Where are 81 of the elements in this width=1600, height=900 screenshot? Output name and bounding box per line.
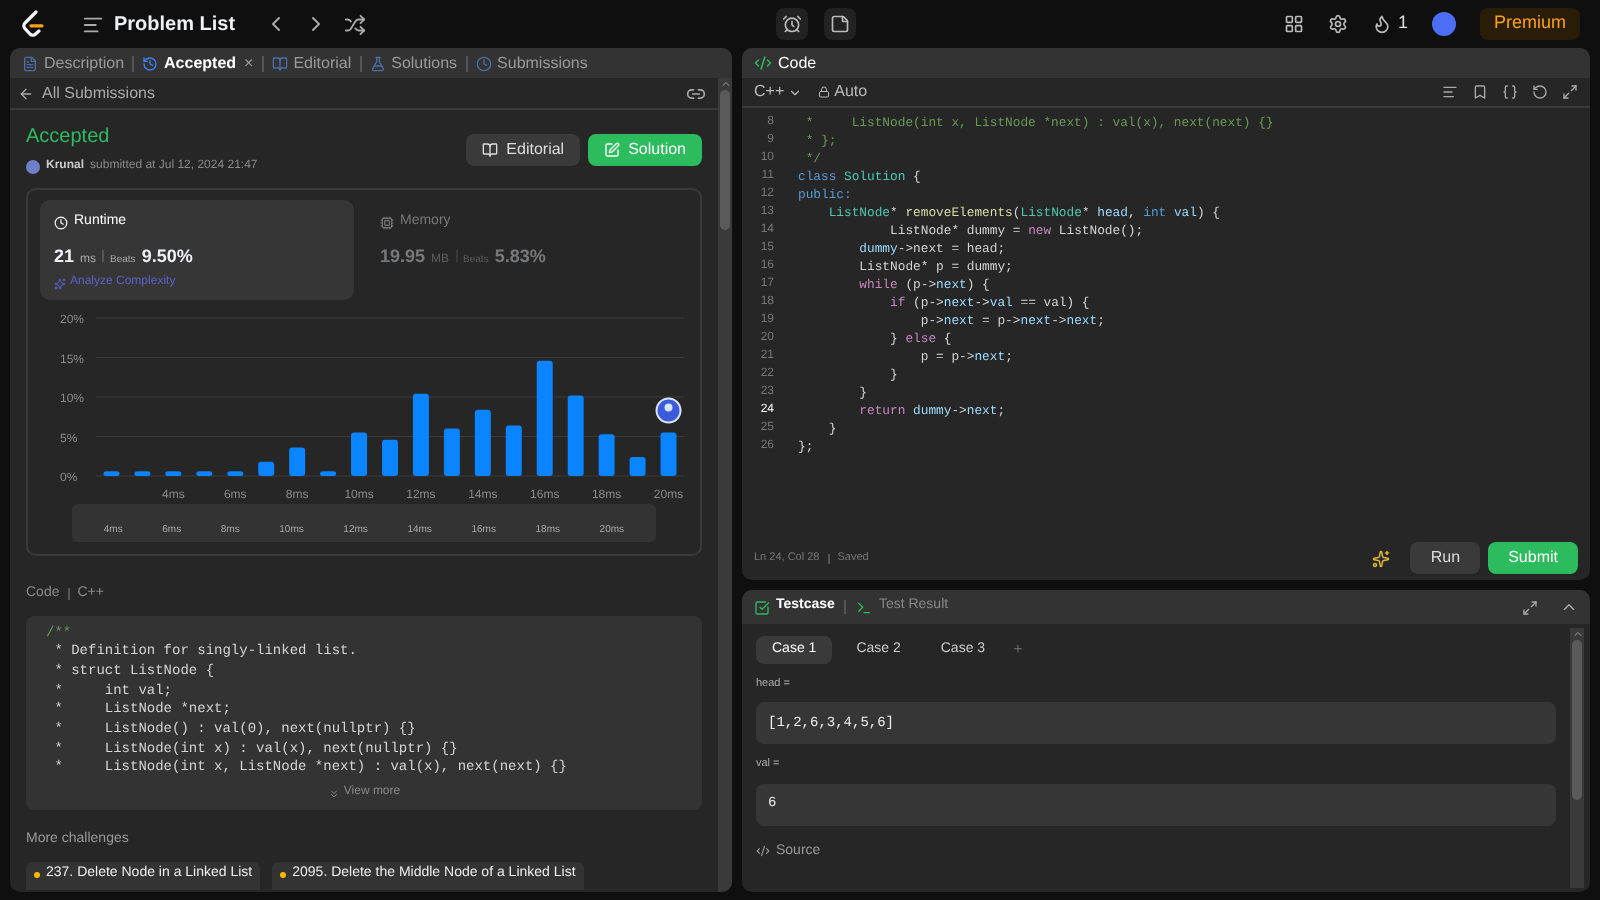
chart-bar [598,434,615,476]
chart-bar [103,471,120,476]
maximize-icon[interactable] [1522,599,1538,615]
terminal-icon [856,599,873,615]
scrollbar[interactable] [718,78,732,892]
close-tab-button[interactable]: × [244,51,254,75]
clock-icon [475,55,492,71]
all-submissions-link[interactable]: All Submissions [42,81,155,105]
panel-tab[interactable]: Solutions [369,51,458,75]
chart-bar [320,471,337,476]
editorial-button[interactable]: Editorial [466,133,581,165]
history-icon [142,55,159,71]
bookmark-icon[interactable] [1472,84,1488,100]
language-dropdown[interactable]: C++ [754,80,803,104]
flame-icon[interactable] [1371,14,1392,34]
chart-bar [258,461,275,476]
lock-icon [818,86,831,98]
alarm-clock-icon [782,14,802,34]
double-chevron-icon [327,787,340,800]
scrollbar[interactable] [1570,628,1584,888]
collapse-icon[interactable] [1560,598,1578,616]
panel-title: Code [778,51,817,75]
sparkle-icon [54,277,66,289]
stat-value: 19.95 [380,243,426,269]
book-icon [271,55,288,71]
streak-count: 1 [1397,10,1408,37]
book-icon [482,141,499,157]
notes-button[interactable] [824,8,856,40]
chart-bar [474,409,491,476]
beats-value: 9.50% [141,243,193,269]
clock-icon [54,215,68,230]
chart-bar [134,471,151,476]
chart-bar [443,428,460,476]
shuffle-icon[interactable] [343,13,366,35]
braces-icon[interactable] [1502,84,1518,100]
panel-tab[interactable]: Submissions [475,51,588,75]
back-arrow-icon[interactable] [18,85,34,101]
avatar-icon [655,397,682,424]
code-icon [754,54,772,72]
panel-tab[interactable]: Description [22,51,125,75]
chart-bar [196,471,213,476]
problem-list-button[interactable]: Problem List [82,9,236,39]
settings-icon[interactable] [1327,14,1348,34]
status-text: Accepted [26,124,112,152]
panel-tab[interactable]: Accepted [142,51,237,75]
chart-bar [382,439,398,476]
sparkle-icon[interactable] [1372,549,1391,567]
chip-icon [380,215,394,230]
code-icon [756,844,770,859]
list-icon [82,13,104,35]
chart-bar [412,393,429,476]
expand-icon[interactable] [1562,84,1578,100]
chart-bar [660,432,677,476]
document-icon [22,55,38,71]
flask-icon [369,55,386,71]
chart-bar [536,360,553,476]
timer-button[interactable] [776,8,808,40]
edit-icon [604,141,621,157]
premium-button[interactable]: Premium [1479,8,1580,40]
chart-bar [351,432,368,476]
chart-bar [165,471,182,476]
user-avatar [26,160,40,174]
chart-bar [505,425,522,476]
grid-icon[interactable] [1283,14,1304,34]
reset-icon[interactable] [1532,84,1548,100]
chart-bar [289,447,306,476]
chart-bar [629,457,646,476]
link-icon[interactable] [686,83,706,103]
note-icon [830,14,850,34]
run-button[interactable]: Run [1410,542,1481,574]
stat-value: 21 [54,243,75,269]
checkbox-icon [754,599,770,615]
auto-mode-label[interactable]: Auto [818,80,868,104]
panel-tab[interactable]: Editorial [271,51,352,75]
chart-bar [227,471,244,476]
format-icon[interactable] [1442,84,1458,100]
beats-value: 5.83% [494,243,546,269]
avatar[interactable] [1431,12,1456,36]
logo-icon[interactable] [20,10,46,38]
chevron-down-icon [788,85,803,99]
chart-bar [567,395,584,476]
